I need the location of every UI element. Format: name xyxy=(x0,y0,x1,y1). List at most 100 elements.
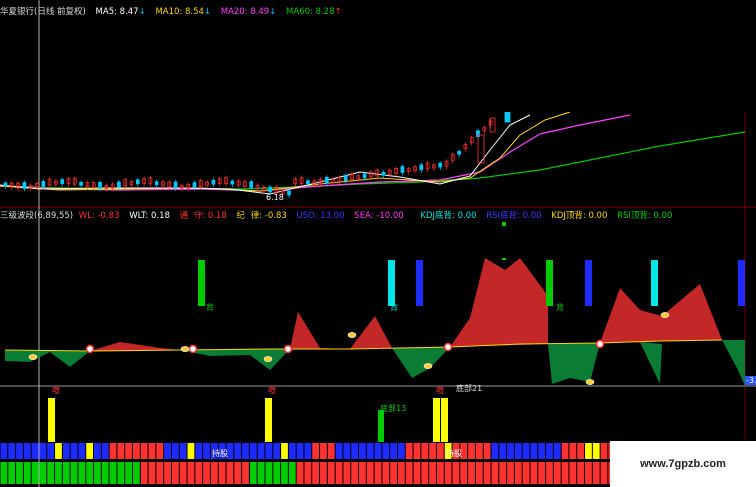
signal-bar xyxy=(738,260,745,306)
signal-strip-cell xyxy=(86,443,94,459)
signal-strip-cell xyxy=(327,443,335,459)
trend-strip-cell xyxy=(179,462,187,484)
signal-strip-cell xyxy=(47,443,55,459)
signal-strip-cell xyxy=(70,443,78,459)
signal-strip-cell xyxy=(530,443,538,459)
signal-strip-cell xyxy=(171,443,179,459)
trend-strip-cell xyxy=(491,462,499,484)
trend-strip-cell xyxy=(210,462,218,484)
trend-strip-cell xyxy=(546,462,553,484)
signal-strip-cell xyxy=(538,443,546,459)
bottom-13-label: 底部13 xyxy=(380,404,407,413)
trend-strip-cell xyxy=(483,462,491,484)
signal-strip-cell xyxy=(553,443,561,459)
ma5-value: MA5: 8.47↓ xyxy=(95,7,146,17)
candle-body xyxy=(3,182,8,187)
trend-strip-cell xyxy=(148,462,156,484)
signal-strip-cell xyxy=(312,443,320,459)
red-wave-4 xyxy=(600,284,722,343)
signal-circle xyxy=(85,344,95,354)
ma60-line xyxy=(0,131,746,190)
candle-body xyxy=(135,179,140,185)
signal-strip-cell xyxy=(78,443,86,459)
shou-value: 守: 0.18 xyxy=(193,211,227,221)
candle-body xyxy=(400,166,405,173)
signal-strip-cell xyxy=(257,443,265,459)
signal-strip-cell xyxy=(249,443,257,459)
signal-strip-cell xyxy=(31,443,39,459)
signal-strip-cell xyxy=(413,443,421,459)
signal-strip-cell xyxy=(577,443,585,459)
candle-body xyxy=(22,182,27,189)
signal-strip-cell xyxy=(39,443,47,459)
bei-marker-1: 背 xyxy=(206,303,214,312)
candle-body xyxy=(324,176,329,184)
trend-strip-cell xyxy=(47,462,55,484)
ma60-value: MA60: 8.28↑ xyxy=(286,7,342,17)
signal-strip-cell xyxy=(132,443,140,459)
trend-strip-cell xyxy=(281,462,288,484)
trend-strip-cell xyxy=(327,462,335,484)
signal-strip-cell xyxy=(304,443,312,459)
trend-strip-cell xyxy=(585,462,592,484)
signal-strip-cell xyxy=(483,443,491,459)
trend-strip-cell xyxy=(312,462,320,484)
trend-strip-cell xyxy=(405,462,413,484)
trend-strip-cell xyxy=(117,462,125,484)
watermark: www.7gpzb.com xyxy=(610,441,756,487)
signal-pillar xyxy=(378,410,384,442)
signal-strip-cell xyxy=(320,443,327,459)
trend-strip-cell xyxy=(125,462,132,484)
signal-strip-cell xyxy=(429,443,436,459)
candle-body xyxy=(419,164,424,171)
signal-strip-cell xyxy=(195,443,203,459)
gold-ingot-marker xyxy=(347,332,357,338)
signal-strip-cell xyxy=(475,443,483,459)
candle-body xyxy=(249,181,254,188)
candle-body xyxy=(438,162,443,168)
trend-strip-cell xyxy=(62,462,70,484)
signal-strip-cell xyxy=(351,443,359,459)
occluded-region-top-right xyxy=(428,0,756,112)
trend-strip-cell xyxy=(351,462,359,484)
bei-marker-2: 背 xyxy=(390,303,398,312)
signal-pillar xyxy=(265,398,272,442)
trend-strip-cell xyxy=(16,462,23,484)
trend-strip-cell xyxy=(0,462,8,484)
trend-strip-cell xyxy=(296,462,304,484)
trend-strip-cell xyxy=(218,462,226,484)
signal-strip-cell xyxy=(242,443,249,459)
trend-strip-cell xyxy=(592,462,600,484)
current-value-tag: -3.7 xyxy=(745,376,756,385)
candle-body xyxy=(504,111,511,123)
signal-circle xyxy=(188,344,198,354)
trend-strip-cell xyxy=(23,462,31,484)
signal-strip-cell xyxy=(569,443,577,459)
trend-strip-cell xyxy=(288,462,296,484)
signal-strip-cell xyxy=(148,443,156,459)
signal-strip-cell xyxy=(585,443,592,459)
trend-strip-cell xyxy=(70,462,78,484)
trend-strip-cell xyxy=(561,462,569,484)
ma10-line xyxy=(0,111,571,192)
green-wave-4 xyxy=(548,343,600,384)
stock-title: 华夏银行(日线 前复权) xyxy=(0,7,86,17)
trend-strip-cell xyxy=(468,462,475,484)
trend-strip-cell xyxy=(413,462,421,484)
signal-bar xyxy=(198,260,205,306)
occluded-region-middle xyxy=(246,226,510,258)
green-wave-6 xyxy=(722,340,745,386)
trend-strip-cell xyxy=(374,462,382,484)
candle-body xyxy=(306,180,310,185)
signal-strip-cell xyxy=(382,443,390,459)
xuan-marker-1: 喧 xyxy=(52,386,60,395)
signal-strip-cell xyxy=(288,443,296,459)
trend-strip-cell xyxy=(421,462,429,484)
trend-strip-cell xyxy=(600,462,608,484)
signal-circle xyxy=(595,339,605,349)
signal-strip-cell xyxy=(273,443,281,459)
signal-strip-cell xyxy=(62,443,70,459)
trend-strip-cell xyxy=(507,462,514,484)
trend-strip-cell xyxy=(55,462,62,484)
trend-strip-cell xyxy=(273,462,281,484)
